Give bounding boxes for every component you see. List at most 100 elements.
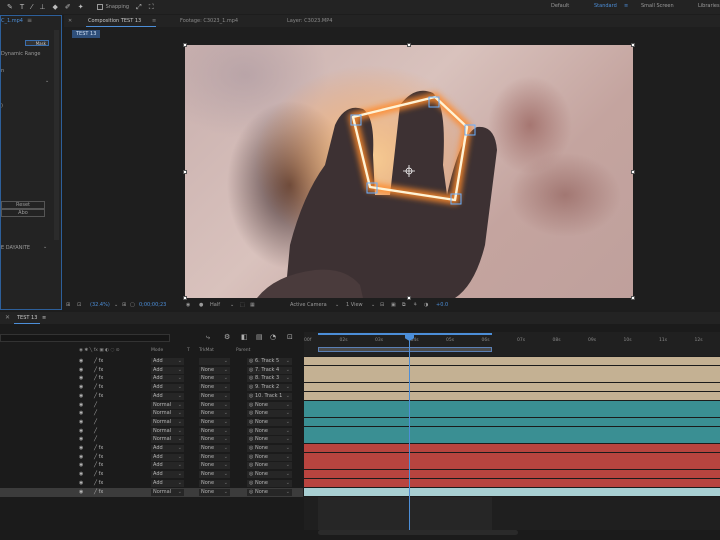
layer-bar[interactable] [304,470,720,479]
parent-dropdown[interactable]: ◎ None ⌄ [247,410,292,418]
reset-button[interactable]: Reset [1,201,45,209]
trkmat-dropdown[interactable]: None ⌄ [199,453,230,461]
mask-dropdown[interactable]: Mask [25,40,49,46]
layer-bar[interactable] [304,374,720,383]
parent-dropdown[interactable]: ◎ None ⌄ [247,453,292,461]
close-icon[interactable]: ✕ [5,314,10,321]
type-tool-icon[interactable]: T [20,3,24,11]
mode-dropdown[interactable]: Add ⌄ [151,445,184,452]
parent-dropdown[interactable]: ◎ None ⌄ [247,401,292,409]
mode-dropdown[interactable]: Normal ⌄ [151,436,184,444]
work-area-range[interactable] [318,347,492,352]
layer-search-input[interactable] [0,334,170,342]
views-chevron-icon[interactable]: ⌄ [371,302,375,308]
tab-layer[interactable]: Layer: C3023.MP4 [287,18,332,24]
time-ruler[interactable] [304,332,720,356]
parent-dropdown[interactable]: ◎ None ⌄ [247,488,292,496]
trkmat-dropdown[interactable]: None ⌄ [199,384,230,392]
motion-blur-icon[interactable]: ◔ [270,333,276,341]
timeline-scroll-area[interactable] [304,497,720,530]
mode-dropdown[interactable]: Add ⌄ [151,358,184,365]
playhead-line[interactable] [409,336,410,531]
trkmat-dropdown[interactable]: None ⌄ [199,410,230,418]
layer-switches[interactable]: ╱ fx [94,367,103,373]
layer-bar[interactable] [304,426,720,435]
mode-dropdown[interactable]: Add ⌄ [151,471,184,479]
layer-row[interactable]: ◉ ╱ Normal ⌄ None ⌄ ◎ None ⌄ [0,401,303,410]
zoom-dropdown[interactable]: (32.4%) [90,302,110,308]
parent-dropdown[interactable]: ◎ 9. Track 2 ⌄ [247,384,292,392]
layer-bar[interactable] [304,383,720,392]
layer-switches[interactable]: ╱ fx [94,471,103,477]
always-preview-icon[interactable]: ⊞ [66,302,70,308]
toggle-pixel-icon[interactable]: ⊟ [380,302,384,308]
graph-editor-icon[interactable]: ⊡ [287,333,293,341]
views-dropdown[interactable]: 1 View [346,302,363,308]
zoom-chevron-icon[interactable]: ⌄ [114,302,118,308]
layer-switches[interactable]: ╱ [94,419,97,425]
eye-icon[interactable]: ◉ [79,428,83,434]
effect-controls-tab[interactable]: C_1.mp4 [1,18,23,24]
scroll-thumb[interactable] [318,497,492,530]
layer-bar[interactable] [304,400,720,409]
composition-viewer[interactable] [185,45,633,298]
layer-switches[interactable]: ╱ fx [94,445,103,451]
eye-icon[interactable]: ◉ [79,419,83,425]
tab-menu-icon[interactable]: ≡ [42,315,46,321]
show-channel-icon[interactable]: ● [199,302,203,308]
snapping-checkbox[interactable] [96,4,103,10]
layer-switches[interactable]: ╱ [94,410,97,416]
layer-bar[interactable] [304,478,720,487]
layer-switches[interactable]: ╱ [94,436,97,442]
layer-bar[interactable] [304,391,720,400]
eye-icon[interactable]: ◉ [79,375,83,381]
mode-dropdown[interactable]: Add ⌄ [151,366,184,374]
layer-switches[interactable]: ╱ fx [94,384,103,390]
trkmat-dropdown[interactable]: None ⌄ [199,436,230,444]
comp-mini-flowchart-icon[interactable]: ⤷ [206,333,210,342]
parent-dropdown[interactable]: ◎ None ⌄ [247,418,292,426]
trkmat-dropdown[interactable]: None ⌄ [199,418,230,426]
fast-preview-icon[interactable]: ▣ [391,302,396,308]
eye-icon[interactable]: ◉ [79,367,83,373]
layer-switches[interactable]: ╱ [94,428,97,434]
shy-layers-icon[interactable]: ◧ [241,333,248,341]
eye-icon[interactable]: ◉ [79,445,83,451]
layer-bar[interactable] [304,452,720,461]
current-time[interactable]: 0;00;00;23 [139,302,166,308]
workspace-default[interactable]: Default [551,3,569,9]
layer-bar[interactable] [304,417,720,426]
layer-row[interactable]: ◉ ╱ fx Add ⌄ None ⌄ ◎ None ⌄ [0,479,303,488]
layer-row[interactable]: ◉ ╱ Normal ⌄ None ⌄ ◎ None ⌄ [0,435,303,444]
mode-dropdown[interactable]: Add ⌄ [151,462,184,470]
layer-bar[interactable] [304,357,720,365]
puppet-pin-icon[interactable]: ✦ [78,3,84,11]
eye-icon[interactable]: ◉ [79,358,83,364]
eye-icon[interactable]: ◉ [79,402,83,408]
mask-visibility-icon[interactable]: ▢ [130,302,135,308]
preset-chevron-icon[interactable]: ⌄ [43,244,47,250]
eye-icon[interactable]: ◉ [79,454,83,460]
layer-row[interactable]: ◉ ╱ Normal ⌄ None ⌄ ◎ None ⌄ [0,427,303,436]
parent-dropdown[interactable]: ◎ None ⌄ [247,427,292,435]
stamp-tool-icon[interactable]: ⊥ [39,3,45,11]
eye-icon[interactable]: ◉ [79,489,83,495]
brush-tool-icon[interactable]: ⁄ [31,3,32,11]
trkmat-dropdown[interactable]: ⌄ [199,358,230,365]
tab-timeline[interactable]: TEST 13 [17,315,37,321]
mode-dropdown[interactable]: Add ⌄ [151,384,184,392]
eye-icon[interactable]: ◉ [79,384,83,390]
trkmat-dropdown[interactable]: None ⌄ [199,401,230,409]
panel-scrollbar[interactable] [54,30,59,240]
parent-dropdown[interactable]: ◎ None ⌄ [247,445,292,452]
parent-dropdown[interactable]: ◎ None ⌄ [247,479,292,487]
layer-bar[interactable] [304,365,720,374]
layer-bar[interactable] [304,444,720,452]
region-of-interest-icon[interactable]: ⬚ [240,302,245,308]
transform-handle[interactable] [183,170,187,174]
layer-row[interactable]: ◉ ╱ fx Add ⌄ None ⌄ ◎ None ⌄ [0,461,303,470]
trkmat-dropdown[interactable]: None ⌄ [199,427,230,435]
camera-chevron-icon[interactable]: ⌄ [335,302,339,308]
workspace-menu-icon[interactable]: ≡ [624,3,628,9]
mode-dropdown[interactable]: Normal ⌄ [151,488,184,496]
